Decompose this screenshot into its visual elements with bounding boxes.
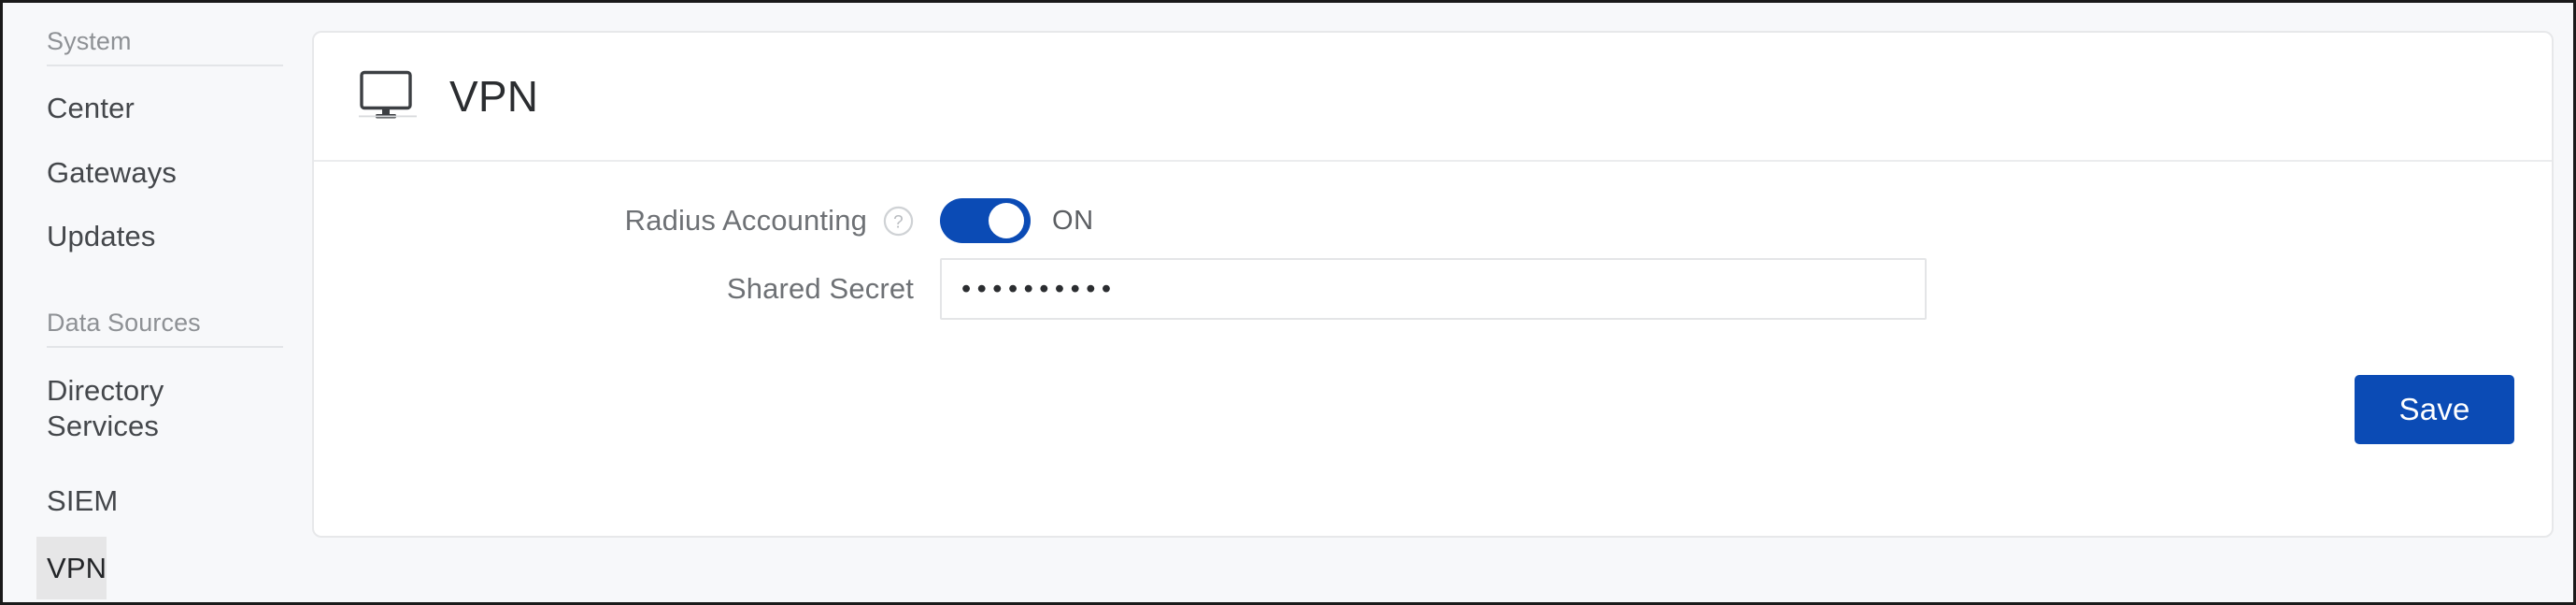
sidebar-section-system: System xyxy=(6,26,311,66)
page-title: VPN xyxy=(449,72,539,121)
save-button[interactable]: Save xyxy=(2355,375,2514,444)
toggle-knob xyxy=(989,203,1024,238)
sidebar-item-directory-services[interactable]: Directory Services xyxy=(36,366,281,452)
sidebar-item-label: Gateways xyxy=(47,156,178,189)
card-header: VPN xyxy=(314,33,2552,162)
help-circle-icon[interactable]: ? xyxy=(883,206,914,237)
sidebar-section-header-system: System xyxy=(47,26,283,66)
shared-secret-control: •••••••••• xyxy=(940,258,1927,320)
sidebar-item-label: SIEM xyxy=(47,484,119,517)
toggle-state-label: ON xyxy=(1052,206,1094,236)
sidebar-item-label: VPN xyxy=(47,552,107,584)
svg-text:?: ? xyxy=(893,212,904,232)
sidebar-item-label: Center xyxy=(47,92,135,124)
vpn-settings-card: VPN Radius Accounting ? ON Shared Secret… xyxy=(312,31,2554,538)
sidebar-section-header-data-sources: Data Sources xyxy=(47,308,283,348)
sidebar-item-gateways[interactable]: Gateways xyxy=(36,147,177,198)
shared-secret-label: Shared Secret xyxy=(726,272,914,305)
sidebar: System Center Gateways Updates Data Sour… xyxy=(6,6,311,602)
radius-accounting-label: Radius Accounting xyxy=(624,204,867,237)
radius-accounting-row: Radius Accounting ? ON xyxy=(314,193,2552,249)
shared-secret-label-group: Shared Secret xyxy=(314,270,940,308)
card-body: Radius Accounting ? ON Shared Secret •••… xyxy=(314,162,2552,536)
radius-accounting-toggle[interactable] xyxy=(940,198,1031,243)
radius-accounting-label-group: Radius Accounting ? xyxy=(314,202,940,239)
radius-accounting-control: ON xyxy=(940,198,1094,243)
monitor-icon xyxy=(359,70,417,119)
shared-secret-input[interactable]: •••••••••• xyxy=(940,258,1927,320)
sidebar-item-updates[interactable]: Updates xyxy=(36,210,156,262)
shared-secret-value: •••••••••• xyxy=(961,274,1117,304)
sidebar-item-center[interactable]: Center xyxy=(36,82,135,134)
sidebar-item-vpn[interactable]: VPN xyxy=(36,537,107,599)
app-window: System Center Gateways Updates Data Sour… xyxy=(0,0,2576,605)
shared-secret-row: Shared Secret •••••••••• xyxy=(314,255,2552,323)
sidebar-item-siem[interactable]: SIEM xyxy=(36,475,118,526)
sidebar-item-label: Updates xyxy=(47,220,156,252)
sidebar-item-label: Directory Services xyxy=(47,374,164,442)
sidebar-section-data-sources: Data Sources xyxy=(6,308,311,348)
